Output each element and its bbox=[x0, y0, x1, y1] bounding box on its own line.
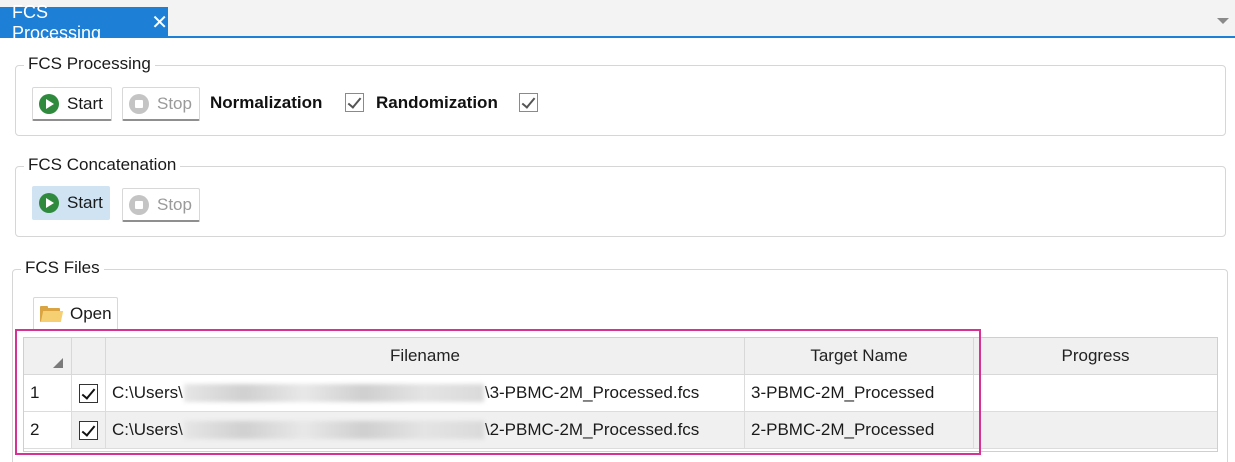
path-prefix: C:\Users\ bbox=[112, 420, 183, 439]
filename-cell: C:\Users\ \2-PBMC-2M_Processed.fcs bbox=[106, 412, 745, 449]
progress-cell bbox=[974, 412, 1217, 449]
filename-column-header[interactable]: Filename bbox=[106, 338, 745, 375]
redacted-path-segment bbox=[183, 384, 484, 402]
folder-icon bbox=[40, 305, 64, 322]
start-label: Start bbox=[67, 192, 103, 212]
concatenation-stop-button[interactable]: Stop bbox=[122, 188, 200, 222]
processing-stop-button[interactable]: Stop bbox=[122, 87, 200, 121]
target-name-column-header[interactable]: Target Name bbox=[745, 338, 974, 375]
sort-corner-icon bbox=[53, 358, 63, 368]
play-icon bbox=[39, 192, 59, 213]
path-suffix: \3-PBMC-2M_Processed.fcs bbox=[484, 383, 700, 402]
checkbox-column-header bbox=[72, 338, 106, 375]
tab-dropdown-icon[interactable] bbox=[1217, 18, 1229, 24]
tab-title: FCS Processing bbox=[12, 1, 102, 43]
randomization-label: Randomization bbox=[376, 93, 498, 112]
filename-cell: C:\Users\ \3-PBMC-2M_Processed.fcs bbox=[106, 375, 745, 412]
row-checkbox-cell[interactable] bbox=[72, 375, 106, 412]
tab-fcs-processing[interactable]: FCS Processing ✕ bbox=[0, 2, 168, 43]
concatenation-start-button[interactable]: Start bbox=[32, 186, 110, 220]
row-checkbox[interactable] bbox=[79, 383, 98, 403]
open-label: Open bbox=[70, 303, 112, 323]
path-prefix: C:\Users\ bbox=[112, 383, 183, 402]
play-icon bbox=[39, 93, 59, 114]
fcs-processing-legend: FCS Processing bbox=[24, 54, 155, 74]
document-tab-strip: FCS Processing ✕ bbox=[0, 0, 1235, 43]
stop-icon bbox=[129, 194, 149, 215]
randomization-checkbox[interactable] bbox=[519, 93, 538, 112]
fcs-files-legend: FCS Files bbox=[21, 258, 104, 278]
row-checkbox[interactable] bbox=[79, 420, 98, 440]
row-index: 2 bbox=[24, 412, 72, 449]
close-icon[interactable]: ✕ bbox=[151, 13, 168, 33]
select-all-corner[interactable] bbox=[24, 338, 72, 375]
normalization-label: Normalization bbox=[210, 93, 323, 112]
target-name-cell: 3-PBMC-2M_Processed bbox=[745, 375, 974, 412]
target-name-cell: 2-PBMC-2M_Processed bbox=[745, 412, 974, 449]
start-label: Start bbox=[67, 93, 103, 113]
fcs-files-grid: Filename Target Name Progress 1 C:\Users… bbox=[23, 337, 1218, 452]
open-button[interactable]: Open bbox=[33, 297, 118, 331]
row-checkbox-cell[interactable] bbox=[72, 412, 106, 449]
fcs-processing-group: FCS Processing Start Stop Normalization … bbox=[15, 54, 1226, 136]
path-suffix: \2-PBMC-2M_Processed.fcs bbox=[484, 420, 700, 439]
fcs-concatenation-legend: FCS Concatenation bbox=[24, 155, 181, 175]
normalization-checkbox[interactable] bbox=[345, 93, 364, 112]
redacted-path-segment bbox=[183, 421, 484, 439]
processing-start-button[interactable]: Start bbox=[32, 87, 112, 121]
stop-label: Stop bbox=[157, 93, 192, 113]
stop-label: Stop bbox=[157, 194, 192, 214]
stop-icon bbox=[129, 93, 149, 114]
progress-cell bbox=[974, 375, 1217, 412]
progress-column-header[interactable]: Progress bbox=[974, 338, 1217, 375]
row-index: 1 bbox=[24, 375, 72, 412]
fcs-concatenation-group: FCS Concatenation Start Stop bbox=[15, 155, 1226, 237]
